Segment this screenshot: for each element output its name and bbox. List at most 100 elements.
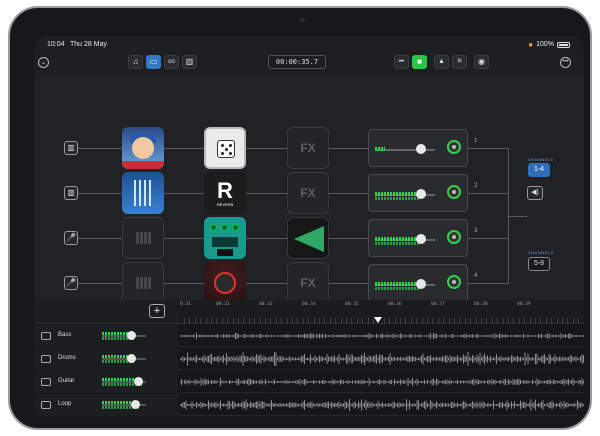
track-type-icon[interactable] [41, 378, 51, 386]
channel-strip-3 [368, 219, 468, 257]
track-row[interactable]: Bass [34, 325, 584, 347]
ruler-minor-tick [405, 318, 407, 323]
ruler-minor-tick [551, 318, 553, 323]
ruler-minor-tick [556, 318, 558, 323]
pan-knob[interactable] [447, 275, 461, 289]
reverb-app-icon[interactable]: R REVERB [204, 172, 246, 214]
stop-icon[interactable]: ■ [412, 55, 427, 69]
eq-app-icon[interactable] [287, 217, 329, 259]
strings-app-icon[interactable] [122, 172, 164, 214]
fx-slot-2[interactable]: FX [287, 172, 329, 214]
chevron-circle-icon[interactable]: ⌄ [38, 57, 49, 68]
app-dial [214, 272, 236, 294]
pan-knob[interactable] [447, 185, 461, 199]
ruler-minor-tick [265, 318, 266, 323]
skip-back-icon[interactable]: ⏮ [394, 55, 409, 69]
pip [221, 152, 224, 155]
ruler-minor-tick [535, 318, 536, 323]
ruler-minor-tick [513, 318, 515, 323]
ruler-minor-tick [427, 318, 428, 323]
piano-icon[interactable]: ▥ [64, 186, 78, 200]
add-track-button[interactable]: + [149, 304, 165, 318]
level-meter [375, 287, 419, 290]
ruler-minor-tick [248, 318, 250, 323]
reverb-caption: REVERB [216, 202, 234, 207]
track-volume-fader[interactable] [127, 331, 136, 340]
mic-icon[interactable]: 🎤 [64, 276, 78, 290]
volume-fader[interactable] [416, 279, 426, 289]
piano-icon[interactable]: ▥ [64, 141, 78, 155]
notes-icon[interactable]: ♫ [128, 55, 143, 69]
pan-knob[interactable] [447, 230, 461, 244]
dial-app-icon[interactable] [204, 262, 246, 304]
channel-number-2: 2 [474, 183, 478, 189]
track-volume-fader[interactable] [127, 354, 136, 363]
track-type-icon[interactable] [41, 401, 51, 409]
fx-slot-4[interactable]: FX [287, 262, 329, 304]
ruler-minor-tick [335, 318, 337, 323]
pip [221, 144, 224, 147]
fx-slot-1[interactable]: FX [287, 127, 329, 169]
speaker-mute-icon[interactable]: ✕ [452, 55, 467, 69]
ruler-minor-tick [567, 318, 569, 323]
ruler-minor-tick [221, 318, 223, 323]
track-waveform[interactable] [180, 373, 584, 391]
ruler-minor-tick [184, 318, 185, 323]
mic-icon[interactable]: 🎤 [64, 231, 78, 245]
ruler-minor-tick [292, 318, 293, 323]
playhead-marker[interactable] [374, 317, 382, 323]
ruler-minor-tick [367, 318, 369, 323]
channels-label: CHANNELS [528, 250, 554, 255]
channel-number-4: 4 [474, 273, 478, 279]
time-display[interactable]: 00:00:35.7 [268, 55, 326, 69]
reverb-logo: R [217, 178, 233, 203]
volume-fader[interactable] [416, 234, 426, 244]
piano-icon[interactable]: ▥ [182, 55, 197, 69]
strings-line [149, 180, 151, 206]
channel-strip-4 [368, 264, 468, 302]
ruler-minor-tick [400, 318, 401, 323]
track-type-icon[interactable] [41, 332, 51, 340]
track-volume-fader[interactable] [133, 377, 143, 386]
ruler-minor-tick [270, 318, 272, 323]
ruler-minor-tick [259, 318, 261, 323]
track-type-icon[interactable] [41, 355, 51, 363]
speaker-icon[interactable]: ◀) [527, 186, 543, 200]
track-name: Guitar [58, 378, 75, 384]
track-row[interactable]: Guitar [34, 371, 584, 393]
pedal-app-icon[interactable] [204, 217, 246, 259]
track-row[interactable]: Loop [34, 394, 584, 416]
app-screen: 10:04 Thu 28 May ● 100% ⌄ ♫ ▭ oo ▥ 00:00… [34, 36, 584, 418]
status-date: Thu 28 May [70, 41, 107, 48]
dice-app-icon[interactable] [204, 127, 246, 169]
pan-knob[interactable] [447, 140, 461, 154]
track-waveform[interactable] [180, 350, 584, 368]
track-header: Bass [34, 325, 178, 347]
ruler-minor-tick [545, 318, 547, 323]
strings-line [134, 180, 136, 206]
record-icon[interactable]: ◉ [474, 55, 489, 69]
ruler-tick: 00:36 [388, 302, 402, 307]
tape-icon[interactable]: oo [164, 55, 179, 69]
level-meter [375, 192, 419, 196]
track-waveform[interactable] [180, 396, 584, 414]
track-waveform[interactable] [180, 327, 584, 345]
track-row[interactable]: Drums [34, 348, 584, 370]
routing-panel: ▥ FX 1 ▥ R REVERB FX 2 🎤 3 🎤 FX 4 CHANNE… [34, 74, 584, 304]
ruler-tick: 00:33 [259, 302, 273, 307]
app-cartoon-icon[interactable] [122, 127, 164, 169]
track-name: Drums [58, 355, 76, 361]
ruler-minor-tick [394, 318, 396, 323]
output-1-4-button[interactable]: 1-4 [528, 163, 550, 177]
empty-instrument-slot[interactable] [122, 217, 164, 259]
level-meter [375, 282, 419, 286]
volume-fader[interactable] [416, 189, 426, 199]
routing-icon[interactable]: ▭ [146, 55, 161, 69]
ruler-minor-tick [464, 318, 466, 323]
metronome-icon[interactable]: ▲ [434, 55, 449, 69]
volume-fader[interactable] [416, 144, 426, 154]
output-5-8-button[interactable]: 5-8 [528, 257, 550, 271]
ellipsis-circle-icon[interactable]: ••• [560, 57, 571, 68]
empty-instrument-slot[interactable] [122, 262, 164, 304]
ruler-minor-tick [486, 318, 488, 323]
